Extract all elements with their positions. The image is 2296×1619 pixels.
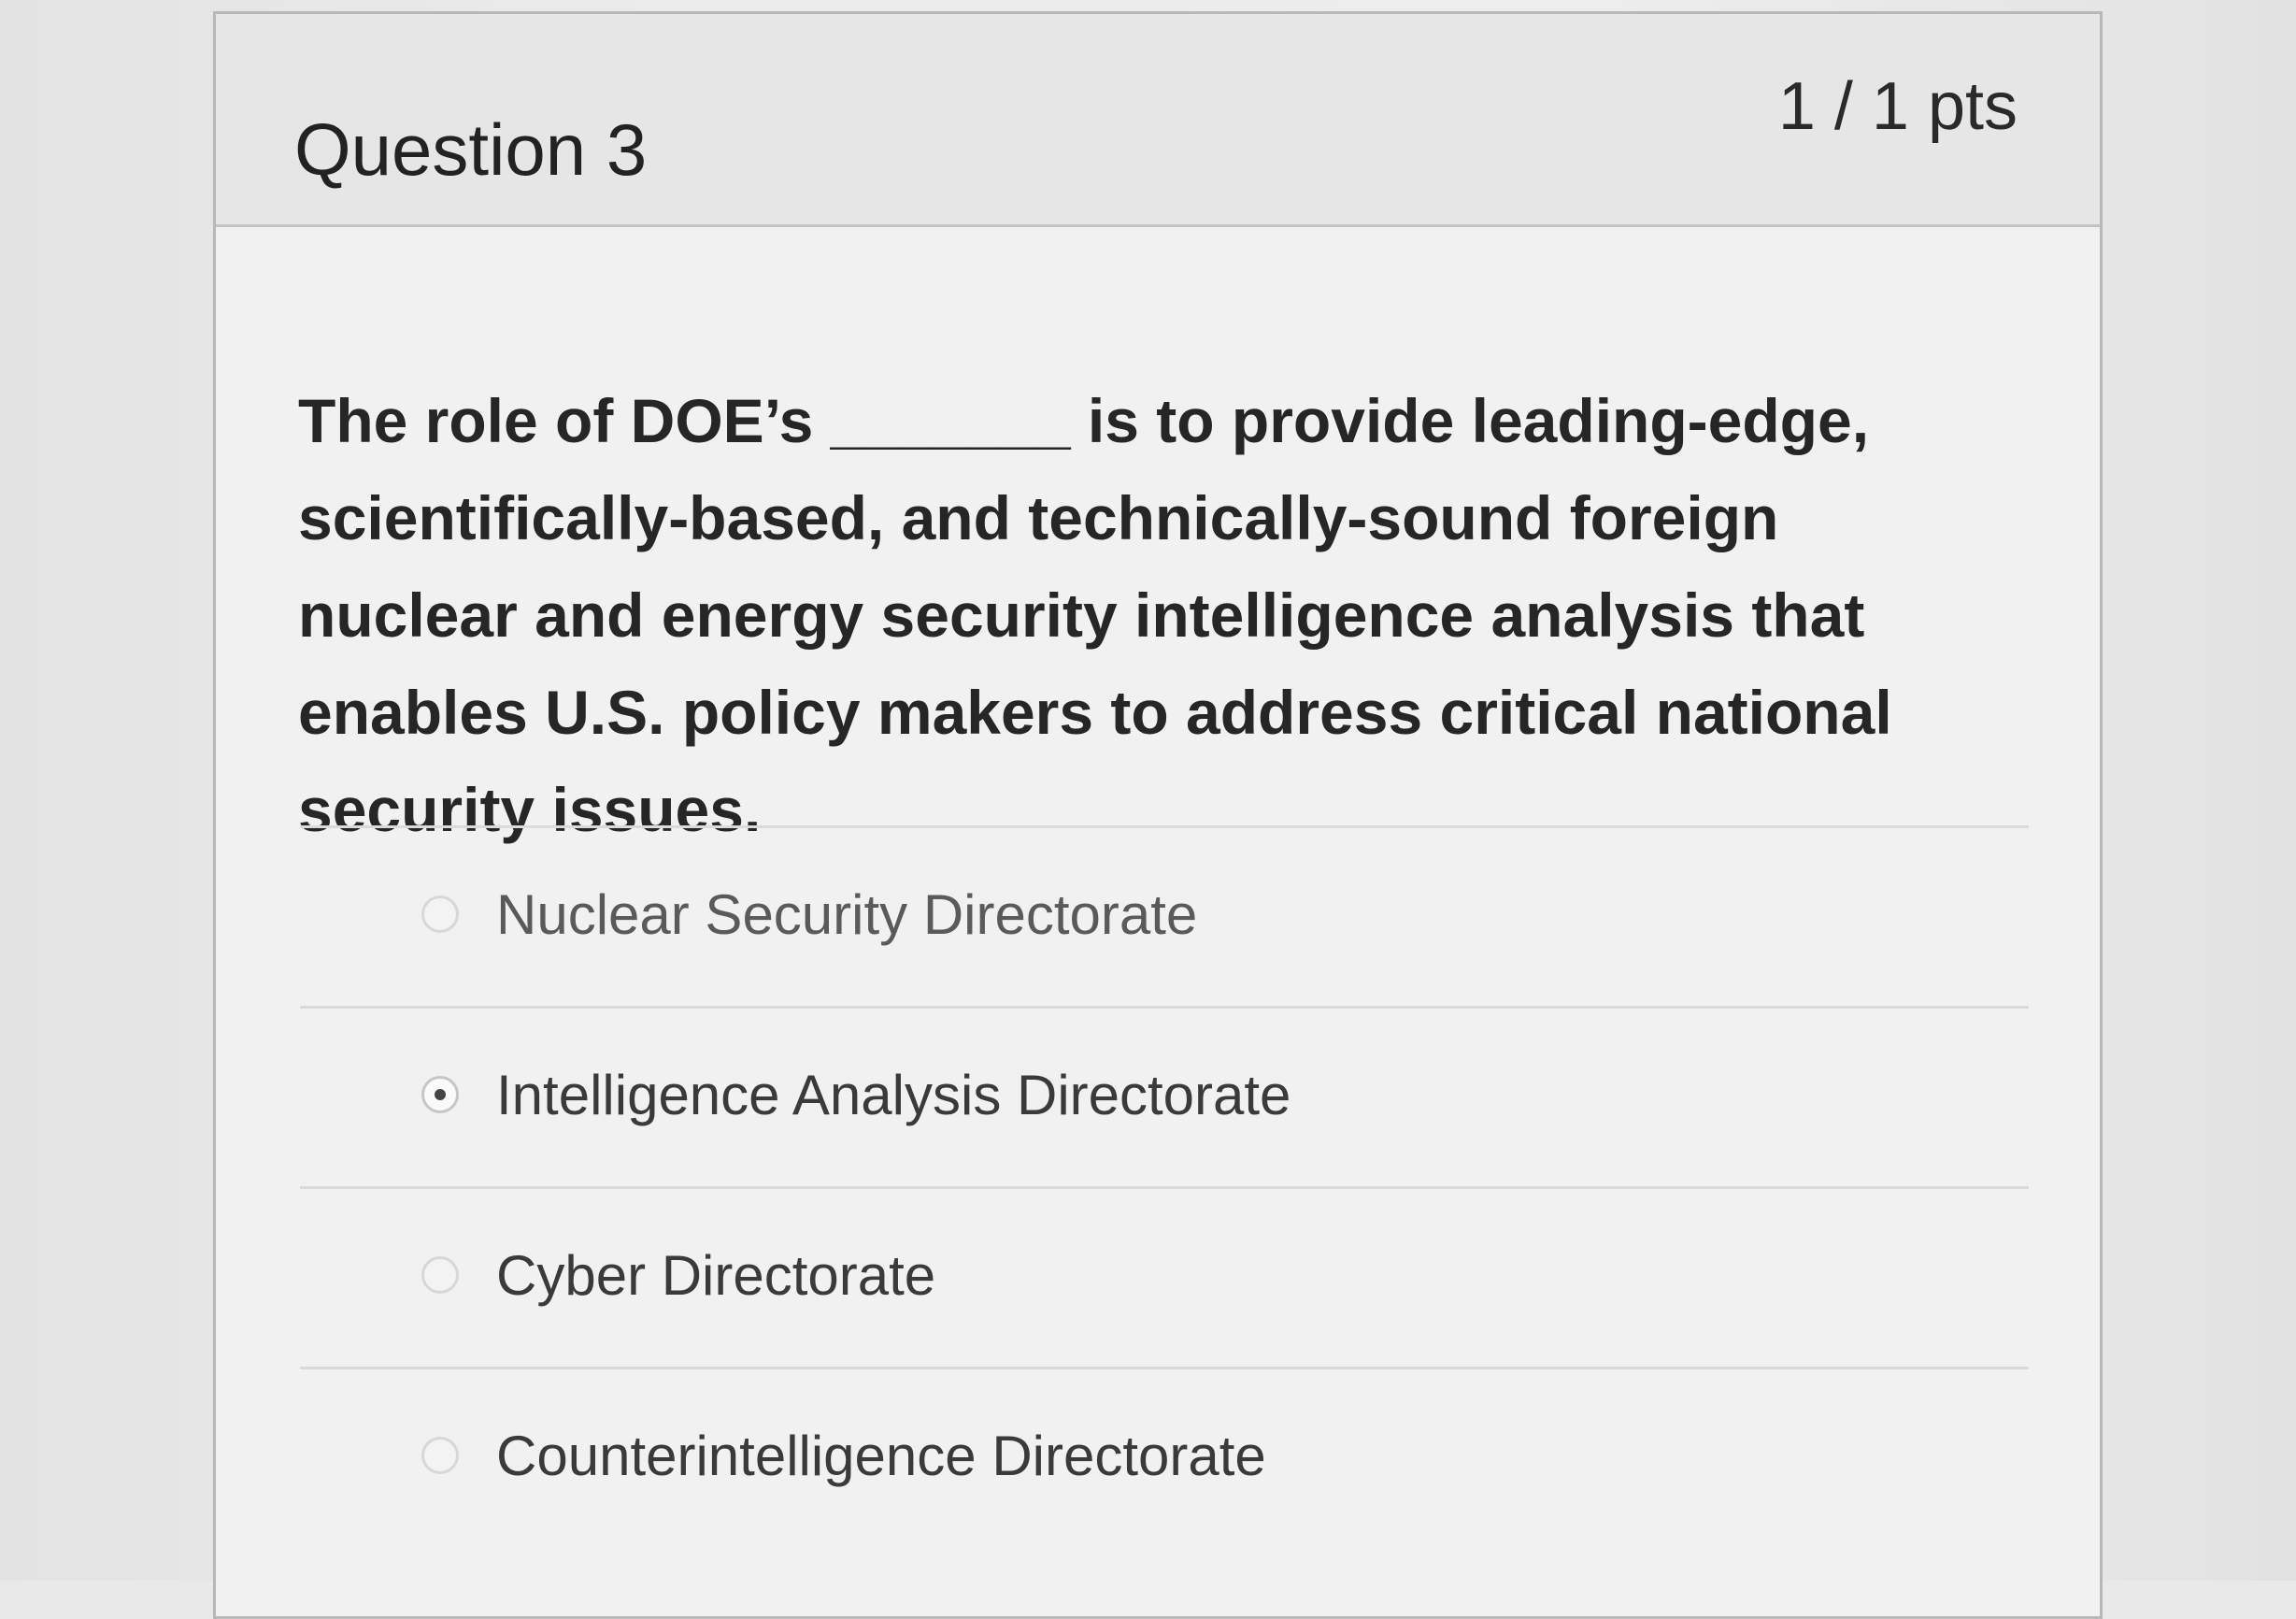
points-score: 1 / 1 pts: [1777, 69, 2018, 144]
answer-option-3[interactable]: Cyber Directorate: [300, 1189, 2029, 1367]
radio-button-selected[interactable]: [421, 1076, 459, 1113]
answer-list: Nuclear Security Directorate Intelligenc…: [300, 825, 2029, 1547]
radio-button[interactable]: [421, 1256, 459, 1294]
question-header: Question 3 1 / 1 pts: [216, 14, 2100, 227]
answer-option-4[interactable]: Counterintelligence Directorate: [300, 1369, 2029, 1547]
answer-label[interactable]: Nuclear Security Directorate: [496, 882, 1197, 947]
answer-label[interactable]: Counterintelligence Directorate: [496, 1424, 1266, 1488]
answer-option-1[interactable]: Nuclear Security Directorate: [300, 828, 2029, 1006]
question-title: Question 3: [294, 108, 648, 191]
answer-label[interactable]: Intelligence Analysis Directorate: [496, 1063, 1291, 1127]
radio-button[interactable]: [421, 1437, 459, 1474]
question-text: The role of DOE’s _______ is to provide …: [298, 386, 1892, 844]
question-card: Question 3 1 / 1 pts The role of DOE’s _…: [213, 11, 2103, 1619]
answer-option-2[interactable]: Intelligence Analysis Directorate: [300, 1009, 2029, 1186]
question-body: The role of DOE’s _______ is to provide …: [216, 227, 2100, 1611]
radio-button[interactable]: [421, 895, 459, 933]
answer-label[interactable]: Cyber Directorate: [496, 1243, 935, 1308]
